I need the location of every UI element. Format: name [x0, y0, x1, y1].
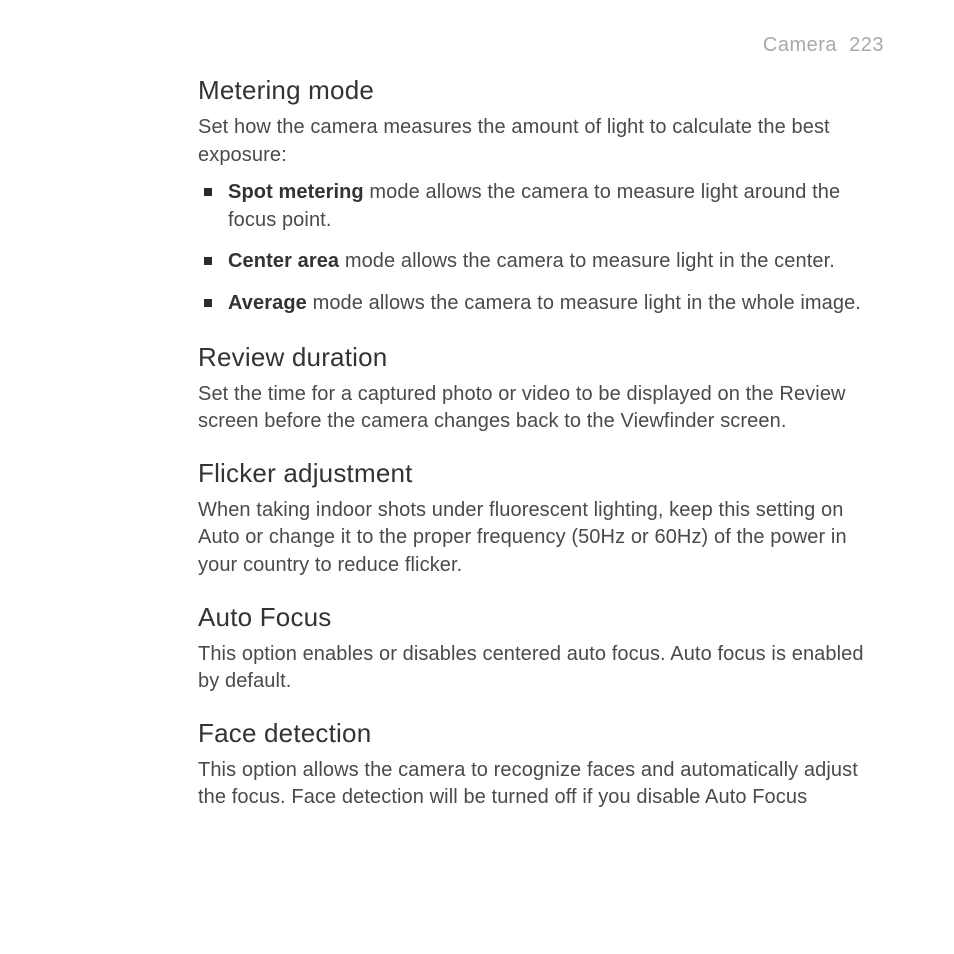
list-item: Center area mode allows the camera to me…	[198, 248, 884, 276]
page-container: Camera 223 Metering mode Set how the cam…	[0, 0, 954, 954]
list-item-bold: Center area	[228, 250, 339, 272]
list-item-text: mode allows the camera to measure light …	[307, 292, 861, 314]
heading-metering-mode: Metering mode	[198, 75, 884, 106]
heading-flicker-adjustment: Flicker adjustment	[198, 458, 884, 489]
header-section-name: Camera	[763, 34, 837, 56]
page-header: Camera 223	[198, 34, 884, 57]
header-page-number: 223	[849, 34, 884, 56]
heading-auto-focus: Auto Focus	[198, 602, 884, 633]
body-metering-intro: Set how the camera measures the amount o…	[198, 114, 884, 169]
list-metering-modes: Spot metering mode allows the camera to …	[198, 179, 884, 317]
body-auto-focus: This option enables or disables centered…	[198, 641, 884, 696]
body-face-detection: This option allows the camera to recogni…	[198, 757, 884, 812]
heading-review-duration: Review duration	[198, 342, 884, 373]
list-item: Spot metering mode allows the camera to …	[198, 179, 884, 234]
body-flicker-adjustment: When taking indoor shots under fluoresce…	[198, 497, 884, 580]
list-item-text: mode allows the camera to measure light …	[339, 250, 835, 272]
body-review-duration: Set the time for a captured photo or vid…	[198, 381, 884, 436]
list-item-bold: Average	[228, 292, 307, 314]
list-item-bold: Spot metering	[228, 181, 364, 203]
list-item: Average mode allows the camera to measur…	[198, 290, 884, 318]
heading-face-detection: Face detection	[198, 718, 884, 749]
